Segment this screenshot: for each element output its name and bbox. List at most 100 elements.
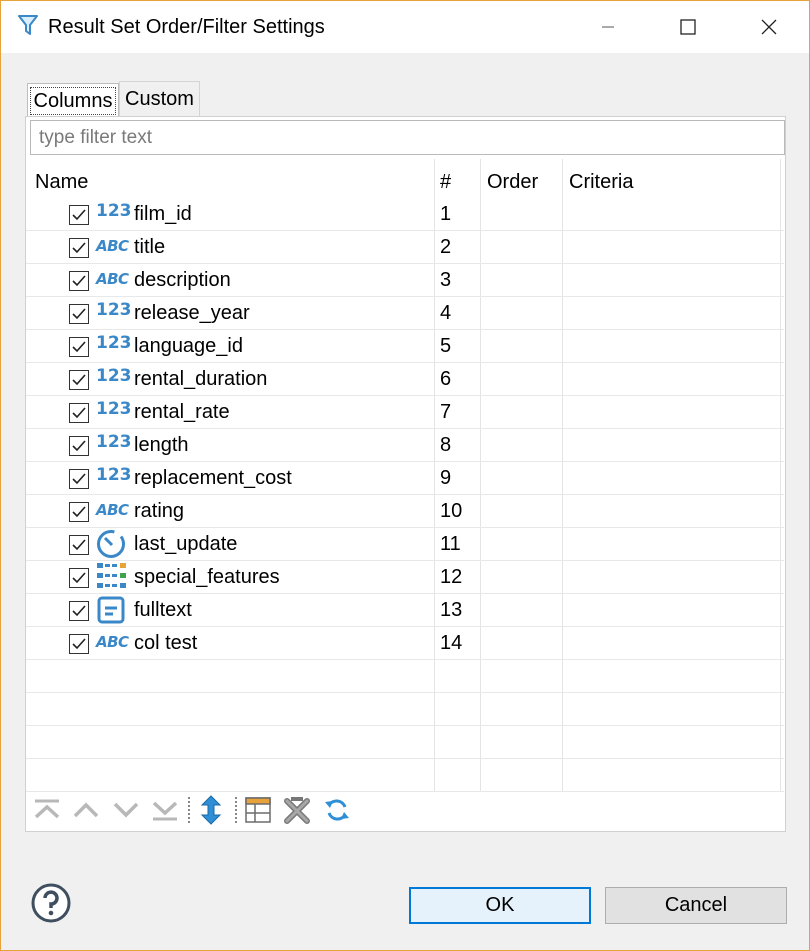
column-name: release_year [134, 302, 250, 324]
help-icon [31, 883, 71, 923]
column-name: replacement_cost [134, 467, 292, 489]
row-checkbox[interactable] [69, 238, 89, 258]
row-checkbox[interactable] [69, 502, 89, 522]
datetime-clock-icon [96, 529, 130, 558]
table-row[interactable]: 123 rental_rate 7 [26, 396, 784, 429]
column-name: rental_rate [134, 401, 230, 423]
reset-button[interactable] [283, 795, 313, 825]
maximize-button[interactable] [665, 1, 711, 53]
toolbar-separator [235, 797, 237, 825]
configure-columns-button[interactable] [243, 795, 273, 825]
row-checkbox[interactable] [69, 469, 89, 489]
row-checkbox[interactable] [69, 634, 89, 654]
column-position: 4 [440, 302, 452, 324]
table-row[interactable]: fulltext 13 [26, 594, 784, 627]
tab-custom[interactable]: Custom [119, 81, 200, 117]
row-checkbox[interactable] [69, 205, 89, 225]
column-name: special_features [134, 566, 280, 588]
column-position: 11 [440, 533, 461, 555]
refresh-button[interactable] [322, 795, 352, 825]
header-order[interactable]: Order [487, 171, 538, 194]
column-position: 10 [440, 500, 463, 522]
checkmark-icon [72, 572, 86, 584]
row-checkbox[interactable] [69, 436, 89, 456]
table-toolbar [32, 793, 392, 827]
checkmark-icon [72, 506, 86, 518]
checkmark-icon [72, 440, 86, 452]
move-down-button[interactable] [111, 795, 141, 825]
column-position: 5 [440, 335, 452, 357]
table-row[interactable]: 123 rental_duration 6 [26, 363, 784, 396]
move-down-icon [113, 802, 139, 818]
numeric-123-icon: 123 [96, 333, 132, 353]
empty-row [26, 726, 784, 759]
table-row[interactable]: 123 replacement_cost 9 [26, 462, 784, 495]
table-row[interactable]: 123 film_id 1 [26, 198, 784, 231]
column-name: language_id [134, 335, 243, 357]
move-top-button[interactable] [32, 795, 62, 825]
header-criteria[interactable]: Criteria [569, 171, 633, 194]
filter-funnel-icon [17, 14, 39, 36]
checkmark-icon [72, 242, 86, 254]
header-num[interactable]: # [440, 171, 451, 194]
row-checkbox[interactable] [69, 337, 89, 357]
row-checkbox[interactable] [69, 271, 89, 291]
header-name[interactable]: Name [35, 171, 88, 194]
tab-columns-label: Columns [29, 86, 117, 115]
empty-row [26, 693, 784, 726]
title-bar[interactable]: Result Set Order/Filter Settings [1, 1, 809, 53]
checkmark-icon [72, 407, 86, 419]
cancel-button[interactable]: Cancel [605, 887, 787, 924]
column-position: 1 [440, 203, 452, 225]
minimize-button[interactable] [585, 1, 631, 53]
row-checkbox[interactable] [69, 304, 89, 324]
row-checkbox[interactable] [69, 535, 89, 555]
minimize-icon [602, 26, 614, 28]
maximize-icon [680, 19, 696, 35]
columns-panel: Name # Order Criteria 123film_id1ABCtitl… [25, 116, 786, 832]
column-position: 6 [440, 368, 452, 390]
ok-button[interactable]: OK [409, 887, 591, 924]
table-row[interactable]: 123 language_id 5 [26, 330, 784, 363]
column-name: last_update [134, 533, 238, 555]
string-abc-icon: ABC [96, 270, 129, 288]
row-checkbox[interactable] [69, 601, 89, 621]
toggle-order-button[interactable] [196, 795, 226, 825]
move-top-icon [34, 799, 60, 819]
column-position: 9 [440, 467, 452, 489]
dialog-window: Result Set Order/Filter Settings Columns… [0, 0, 810, 951]
table-row[interactable]: 123 release_year 4 [26, 297, 784, 330]
table-row[interactable]: ABC description 3 [26, 264, 784, 297]
table-row[interactable]: 123 length 8 [26, 429, 784, 462]
checkmark-icon [72, 539, 86, 551]
row-checkbox[interactable] [69, 403, 89, 423]
empty-row [26, 759, 784, 792]
window-title: Result Set Order/Filter Settings [48, 16, 325, 38]
empty-row [26, 660, 784, 693]
help-button[interactable] [31, 883, 71, 923]
numeric-123-icon: 123 [96, 366, 132, 386]
refresh-icon [325, 799, 349, 821]
column-name: length [134, 434, 189, 456]
row-checkbox[interactable] [69, 370, 89, 390]
toggle-order-icon [200, 795, 222, 825]
reset-icon [284, 797, 310, 824]
close-button[interactable] [746, 1, 792, 53]
move-up-button[interactable] [71, 795, 101, 825]
string-abc-icon: ABC [96, 237, 129, 255]
column-position: 3 [440, 269, 452, 291]
table-row[interactable]: last_update 11 [26, 528, 784, 561]
columns-table: Name # Order Criteria 123 film_id 1 ABC titl… [26, 159, 784, 792]
table-row[interactable]: special_features 12 [26, 561, 784, 594]
move-bottom-button[interactable] [150, 795, 180, 825]
numeric-123-icon: 123 [96, 300, 132, 320]
numeric-123-icon: 123 [96, 399, 132, 419]
tab-custom-label: Custom [125, 88, 194, 110]
tab-columns[interactable]: Columns [27, 83, 119, 117]
array-grid-icon [96, 562, 130, 588]
filter-input[interactable] [30, 120, 785, 155]
table-row[interactable]: ABC rating 10 [26, 495, 784, 528]
table-row[interactable]: ABC col test 14 [26, 627, 784, 660]
table-row[interactable]: ABC title 2 [26, 231, 784, 264]
row-checkbox[interactable] [69, 568, 89, 588]
